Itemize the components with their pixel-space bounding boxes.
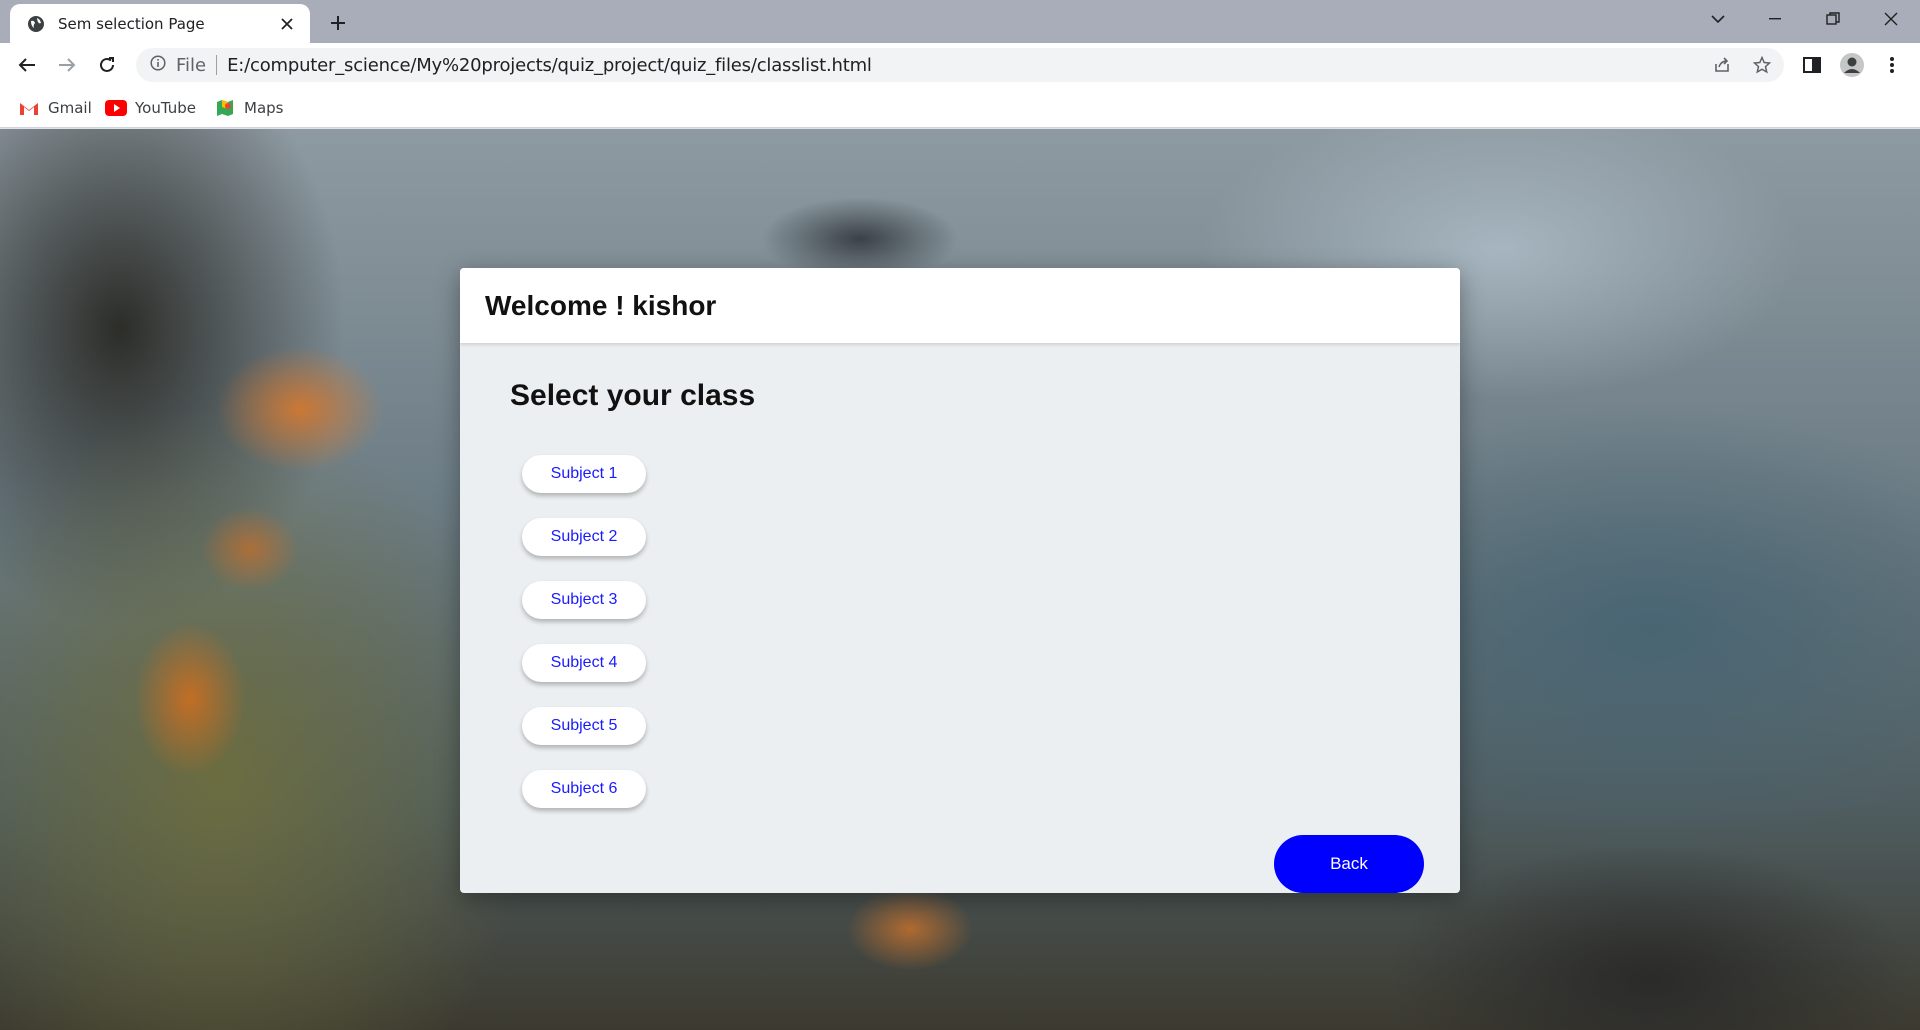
bookmarks-bar: Gmail YouTube Maps xyxy=(0,87,1920,128)
close-tab-icon[interactable] xyxy=(276,13,298,35)
bookmark-youtube[interactable]: YouTube xyxy=(105,96,196,120)
subject-2-button[interactable]: Subject 2 xyxy=(522,518,646,556)
menu-kebab-icon[interactable] xyxy=(1878,51,1906,79)
maps-icon xyxy=(214,99,236,117)
new-tab-button[interactable] xyxy=(324,9,352,37)
restore-icon[interactable] xyxy=(1810,0,1856,38)
welcome-title: Welcome ! kishor xyxy=(485,289,717,321)
address-bar[interactable]: File E:/computer_science/My%20projects/q… xyxy=(136,48,1784,82)
side-panel-icon[interactable] xyxy=(1798,51,1826,79)
page-background: Welcome ! kishor Select your class Subje… xyxy=(0,129,1920,1030)
page-heading: Select your class xyxy=(510,379,756,412)
bookmark-gmail[interactable]: Gmail xyxy=(18,96,92,120)
subject-list: Subject 1 Subject 2 Subject 3 Subject 4 … xyxy=(522,455,1410,808)
browser-toolbar: File E:/computer_science/My%20projects/q… xyxy=(0,43,1920,87)
bookmark-label: Gmail xyxy=(48,99,92,117)
url-text[interactable]: E:/computer_science/My%20projects/quiz_p… xyxy=(227,55,872,76)
tab-title: Sem selection Page xyxy=(58,14,205,33)
bookmark-maps[interactable]: Maps xyxy=(214,96,283,120)
youtube-icon xyxy=(105,99,127,117)
back-arrow-icon[interactable] xyxy=(11,49,43,81)
subject-3-button[interactable]: Subject 3 xyxy=(522,581,646,619)
back-button[interactable]: Back xyxy=(1274,835,1424,893)
subject-5-button[interactable]: Subject 5 xyxy=(522,707,646,745)
subject-6-button[interactable]: Subject 6 xyxy=(522,770,646,808)
bookmark-label: Maps xyxy=(244,99,284,117)
card-header: Welcome ! kishor xyxy=(460,268,1460,343)
address-divider xyxy=(216,55,218,75)
bookmark-label: YouTube xyxy=(135,99,196,117)
info-icon[interactable] xyxy=(150,54,166,76)
minimize-icon[interactable] xyxy=(1752,0,1798,38)
reload-icon[interactable] xyxy=(91,49,123,81)
globe-icon xyxy=(26,14,46,34)
class-selection-card: Welcome ! kishor Select your class Subje… xyxy=(460,268,1460,893)
bookmark-star-icon[interactable] xyxy=(1748,51,1776,79)
close-window-icon[interactable] xyxy=(1868,0,1914,38)
scheme-label: File xyxy=(176,54,207,76)
forward-arrow-icon[interactable] xyxy=(51,49,83,81)
subject-1-button[interactable]: Subject 1 xyxy=(522,455,646,493)
gmail-icon xyxy=(18,99,40,117)
card-body: Select your class Subject 1 Subject 2 Su… xyxy=(460,343,1460,808)
browser-tab[interactable]: Sem selection Page xyxy=(10,4,310,43)
tab-strip: Sem selection Page xyxy=(0,0,1920,43)
subject-4-button[interactable]: Subject 4 xyxy=(522,644,646,682)
profile-avatar-icon[interactable] xyxy=(1838,51,1866,79)
share-icon[interactable] xyxy=(1708,51,1736,79)
tab-search-icon[interactable] xyxy=(1695,0,1741,38)
